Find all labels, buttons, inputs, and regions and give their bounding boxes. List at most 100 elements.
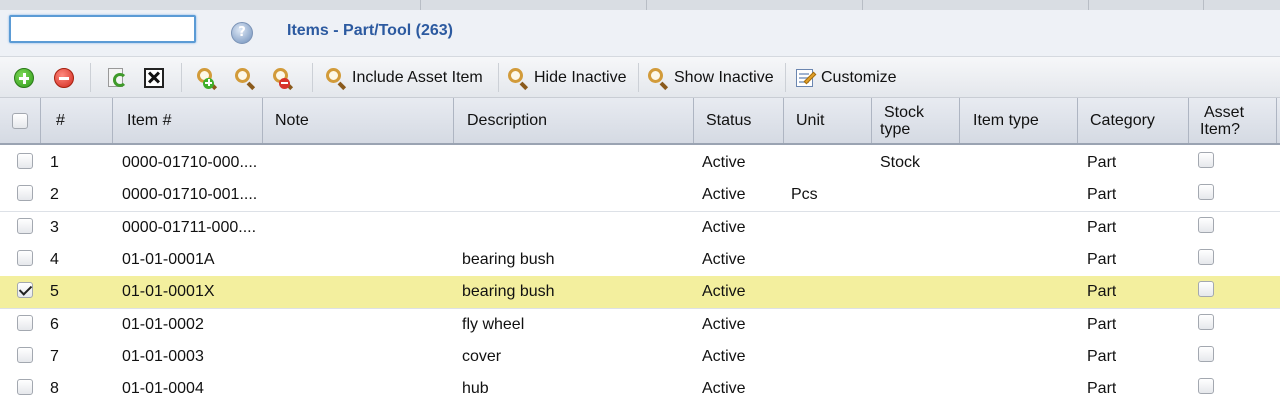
asset-item-checkbox[interactable] bbox=[1198, 281, 1214, 298]
cell-category: Part bbox=[1087, 283, 1117, 301]
cell-item-number: 0000-01710-000.... bbox=[122, 154, 258, 171]
cell-status: Active bbox=[702, 315, 746, 333]
cell-category: Part bbox=[1087, 315, 1117, 333]
cell-status: Active bbox=[702, 154, 746, 171]
cell-description: hub bbox=[462, 380, 489, 398]
cell-description: cover bbox=[462, 347, 502, 365]
table-header: # Item # Note Description Status Unit St… bbox=[0, 98, 1280, 145]
table-row[interactable]: 8 01-01-0004 hub Active Part bbox=[0, 373, 1280, 402]
column-header-stock-type[interactable]: Stock type bbox=[872, 98, 960, 143]
asset-item-checkbox[interactable] bbox=[1198, 345, 1214, 362]
select-all-checkbox[interactable] bbox=[12, 112, 28, 129]
row-select-checkbox[interactable] bbox=[17, 249, 33, 266]
cell-description: bearing bush bbox=[462, 250, 555, 268]
toolbar-divider bbox=[312, 63, 313, 92]
cell-category: Part bbox=[1087, 218, 1117, 236]
asset-item-checkbox[interactable] bbox=[1198, 152, 1214, 168]
asset-item-checkbox[interactable] bbox=[1198, 184, 1214, 201]
include-asset-item-label: Include Asset Item bbox=[352, 68, 483, 86]
row-select-checkbox[interactable] bbox=[17, 185, 33, 202]
zoom-in-icon bbox=[196, 67, 218, 90]
search-icon bbox=[507, 67, 529, 90]
search-icon bbox=[647, 67, 669, 90]
close-button[interactable] bbox=[144, 62, 164, 93]
column-header-number[interactable]: # bbox=[41, 98, 113, 143]
items-table: # Item # Note Description Status Unit St… bbox=[0, 98, 1280, 402]
cell-number: 7 bbox=[50, 347, 59, 365]
table-row[interactable]: 5 01-01-0001X bearing bush Active Part bbox=[0, 276, 1280, 310]
cell-number: 8 bbox=[50, 380, 59, 398]
cell-stock-type: Stock bbox=[880, 154, 921, 171]
row-select-checkbox[interactable] bbox=[17, 346, 33, 363]
toolbar-divider bbox=[785, 63, 786, 92]
asset-item-checkbox[interactable] bbox=[1198, 248, 1214, 265]
page-title: Items - Part/Tool (263) bbox=[287, 22, 453, 39]
search-button[interactable] bbox=[234, 62, 256, 93]
close-icon bbox=[144, 67, 164, 88]
table-row[interactable]: 2 0000-01710-001.... Active Pcs Part bbox=[0, 179, 1280, 213]
cell-category: Part bbox=[1087, 250, 1117, 268]
zoom-out-icon bbox=[272, 67, 294, 90]
cell-status: Active bbox=[702, 347, 746, 365]
asset-item-checkbox[interactable] bbox=[1198, 378, 1214, 395]
table-row[interactable]: 4 01-01-0001A bearing bush Active Part bbox=[0, 243, 1280, 277]
search-icon bbox=[234, 67, 256, 90]
table-row[interactable]: 6 01-01-0002 fly wheel Active Part bbox=[0, 308, 1280, 342]
column-header-item[interactable]: Item # bbox=[113, 98, 263, 143]
zoom-out-button[interactable] bbox=[272, 62, 294, 93]
column-header-status[interactable]: Status bbox=[694, 98, 784, 143]
cell-category: Part bbox=[1087, 347, 1117, 365]
table-row[interactable]: 7 01-01-0003 cover Active Part bbox=[0, 340, 1280, 374]
include-asset-item-button[interactable]: Include Asset Item bbox=[319, 62, 487, 93]
hide-inactive-button[interactable]: Hide Inactive bbox=[501, 62, 631, 93]
cell-number: 5 bbox=[50, 283, 59, 301]
cell-item-number: 0000-01711-000.... bbox=[122, 218, 257, 236]
column-header-unit[interactable]: Unit bbox=[784, 98, 872, 143]
cell-item-number: 0000-01710-001.... bbox=[122, 186, 258, 204]
row-select-checkbox[interactable] bbox=[17, 153, 33, 169]
customize-icon bbox=[794, 67, 817, 89]
help-icon[interactable]: ? bbox=[231, 22, 253, 44]
refresh-icon bbox=[106, 67, 128, 89]
asset-item-checkbox[interactable] bbox=[1198, 216, 1214, 233]
cell-number: 1 bbox=[50, 154, 59, 171]
search-input[interactable] bbox=[9, 15, 196, 43]
column-header-note[interactable]: Note bbox=[263, 98, 454, 143]
table-row[interactable]: 1 0000-01710-000.... Active Stock Part bbox=[0, 147, 1280, 180]
remove-button[interactable] bbox=[54, 62, 74, 93]
column-header-description[interactable]: Description bbox=[454, 98, 694, 143]
cell-status: Active bbox=[702, 218, 746, 236]
customize-button[interactable]: Customize bbox=[788, 62, 901, 93]
show-inactive-button[interactable]: Show Inactive bbox=[641, 62, 778, 93]
cell-item-number: 01-01-0001A bbox=[122, 250, 215, 268]
toolbar-divider bbox=[90, 63, 91, 92]
add-button[interactable] bbox=[14, 62, 34, 93]
asset-item-checkbox[interactable] bbox=[1198, 313, 1214, 330]
cell-item-number: 01-01-0004 bbox=[122, 380, 204, 398]
row-select-checkbox[interactable] bbox=[17, 217, 33, 234]
toolbar: Include Asset Item Hide Inactive Show In… bbox=[0, 56, 1280, 98]
cell-status: Active bbox=[702, 186, 746, 204]
cell-status: Active bbox=[702, 380, 746, 398]
remove-icon bbox=[54, 67, 74, 88]
toolbar-divider bbox=[181, 63, 182, 92]
cell-status: Active bbox=[702, 283, 746, 301]
column-header-item-type[interactable]: Item type bbox=[960, 98, 1078, 143]
row-select-checkbox[interactable] bbox=[17, 314, 33, 331]
column-header-category[interactable]: Category bbox=[1078, 98, 1189, 143]
search-bar: ? Items - Part/Tool (263) bbox=[0, 10, 1280, 56]
refresh-button[interactable] bbox=[106, 62, 128, 93]
zoom-in-button[interactable] bbox=[196, 62, 218, 93]
add-icon bbox=[14, 67, 34, 88]
cell-item-number: 01-01-0002 bbox=[122, 315, 204, 333]
search-icon bbox=[325, 67, 347, 90]
cell-item-number: 01-01-0003 bbox=[122, 347, 204, 365]
row-select-checkbox[interactable] bbox=[17, 379, 33, 396]
cell-status: Active bbox=[702, 250, 746, 268]
table-row[interactable]: 3 0000-01711-000.... Active Part bbox=[0, 211, 1280, 245]
top-strip bbox=[0, 0, 1280, 10]
cell-category: Part bbox=[1087, 380, 1117, 398]
row-select-checkbox[interactable] bbox=[17, 282, 33, 299]
toolbar-divider bbox=[498, 63, 499, 92]
column-header-asset-item[interactable]: Asset Item? bbox=[1189, 98, 1277, 143]
